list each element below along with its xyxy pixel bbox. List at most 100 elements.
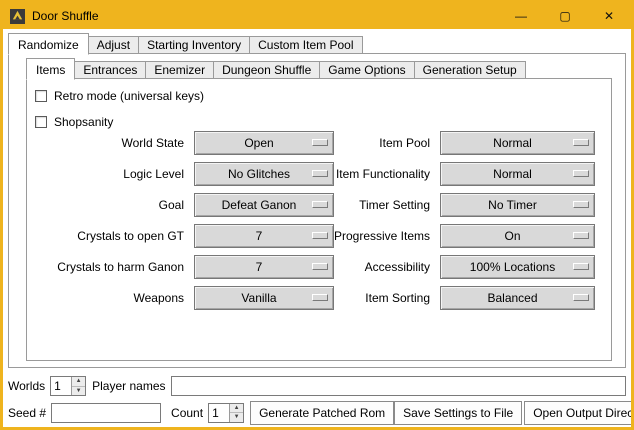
dropdown-indicator-icon (312, 232, 328, 239)
tab-enemizer[interactable]: Enemizer (145, 61, 214, 79)
dropdown-indicator-icon (573, 232, 589, 239)
retro-mode-check-row[interactable]: Retro mode (universal keys) (35, 87, 204, 105)
weapons-label: Weapons (36, 291, 194, 305)
crystals-gt-label: Crystals to open GT (36, 229, 194, 243)
right-field-column: Item Pool Normal Item Functionality Norm… (329, 131, 595, 317)
item-pool-dropdown[interactable]: Normal (440, 131, 595, 155)
item-functionality-row: Item Functionality Normal (329, 162, 595, 186)
seed-row: Seed # Count ▲ ▼ Generate Patched Rom Sa… (3, 400, 631, 425)
logic-level-dropdown[interactable]: No Glitches (194, 162, 334, 186)
timer-setting-dropdown[interactable]: No Timer (440, 193, 595, 217)
logic-level-label: Logic Level (36, 167, 194, 181)
dropdown-value: 7 (256, 229, 273, 243)
dropdown-indicator-icon (312, 201, 328, 208)
tab-starting-inventory[interactable]: Starting Inventory (138, 36, 250, 54)
sub-tab-bar: Items Entrances Enemizer Dungeon Shuffle… (26, 58, 525, 79)
tab-custom-item-pool[interactable]: Custom Item Pool (249, 36, 362, 54)
left-field-column: World State Open Logic Level No Glitches… (36, 131, 334, 317)
dropdown-value: Vanilla (241, 291, 286, 305)
worlds-input[interactable] (51, 377, 71, 395)
dropdown-value: No Timer (488, 198, 547, 212)
tab-game-options[interactable]: Game Options (319, 61, 414, 79)
dropdown-indicator-icon (573, 263, 589, 270)
item-functionality-dropdown[interactable]: Normal (440, 162, 595, 186)
generate-patched-rom-button[interactable]: Generate Patched Rom (250, 401, 394, 425)
crystals-gt-dropdown[interactable]: 7 (194, 224, 334, 248)
progressive-items-dropdown[interactable]: On (440, 224, 595, 248)
goal-label: Goal (36, 198, 194, 212)
player-names-input[interactable] (171, 376, 627, 396)
dropdown-value: Normal (493, 136, 542, 150)
checkbox-icon[interactable] (35, 90, 47, 102)
window-controls: — ▢ ✕ (499, 3, 631, 29)
dropdown-indicator-icon (573, 201, 589, 208)
main-tab-bar: Randomize Adjust Starting Inventory Cust… (8, 33, 362, 54)
dropdown-indicator-icon (573, 294, 589, 301)
item-sorting-label: Item Sorting (329, 291, 440, 305)
client-area: Randomize Adjust Starting Inventory Cust… (3, 29, 631, 427)
weapons-dropdown[interactable]: Vanilla (194, 286, 334, 310)
tab-randomize[interactable]: Randomize (8, 33, 89, 55)
dropdown-value: 7 (256, 260, 273, 274)
dropdown-indicator-icon (312, 263, 328, 270)
progressive-items-row: Progressive Items On (329, 224, 595, 248)
tab-items[interactable]: Items (26, 58, 75, 80)
player-names-label: Player names (92, 379, 165, 393)
spin-down-icon[interactable]: ▼ (230, 413, 243, 422)
checkbox-icon[interactable] (35, 116, 47, 128)
timer-setting-label: Timer Setting (329, 198, 440, 212)
spin-up-icon[interactable]: ▲ (72, 377, 85, 387)
crystals-gt-row: Crystals to open GT 7 (36, 224, 334, 248)
app-icon (10, 9, 25, 24)
dropdown-value: Open (244, 136, 283, 150)
close-icon[interactable]: ✕ (587, 3, 631, 29)
spin-down-icon[interactable]: ▼ (72, 387, 85, 396)
item-pool-row: Item Pool Normal (329, 131, 595, 155)
maximize-icon[interactable]: ▢ (543, 3, 587, 29)
dropdown-value: 100% Locations (470, 260, 565, 274)
crystals-ganon-label: Crystals to harm Ganon (36, 260, 194, 274)
item-pool-label: Item Pool (329, 136, 440, 150)
minimize-icon[interactable]: — (499, 3, 543, 29)
world-state-label: World State (36, 136, 194, 150)
dropdown-value: No Glitches (228, 167, 300, 181)
app-window: Door Shuffle — ▢ ✕ Randomize Adjust Star… (0, 0, 634, 430)
tab-generation-setup[interactable]: Generation Setup (414, 61, 526, 79)
worlds-row: Worlds ▲ ▼ Player names (3, 375, 631, 397)
shopsanity-label: Shopsanity (54, 115, 113, 129)
spin-arrows: ▲ ▼ (229, 404, 243, 422)
item-sorting-dropdown[interactable]: Balanced (440, 286, 595, 310)
world-state-dropdown[interactable]: Open (194, 131, 334, 155)
save-settings-button[interactable]: Save Settings to File (394, 401, 522, 425)
seed-input[interactable] (51, 403, 161, 423)
dropdown-indicator-icon (312, 170, 328, 177)
dropdown-indicator-icon (312, 294, 328, 301)
dropdown-value: Normal (493, 167, 542, 181)
open-output-directory-button[interactable]: Open Output Directory (524, 401, 631, 425)
progressive-items-label: Progressive Items (329, 229, 440, 243)
logic-level-row: Logic Level No Glitches (36, 162, 334, 186)
title-bar: Door Shuffle — ▢ ✕ (3, 3, 631, 29)
spin-arrows: ▲ ▼ (71, 377, 85, 395)
accessibility-row: Accessibility 100% Locations (329, 255, 595, 279)
tab-dungeon-shuffle[interactable]: Dungeon Shuffle (213, 61, 320, 79)
dropdown-indicator-icon (573, 170, 589, 177)
dropdown-value: Balanced (487, 291, 547, 305)
goal-dropdown[interactable]: Defeat Ganon (194, 193, 334, 217)
crystals-ganon-dropdown[interactable]: 7 (194, 255, 334, 279)
timer-setting-row: Timer Setting No Timer (329, 193, 595, 217)
accessibility-dropdown[interactable]: 100% Locations (440, 255, 595, 279)
count-spinbox[interactable]: ▲ ▼ (208, 403, 244, 423)
dropdown-indicator-icon (312, 139, 328, 146)
tab-entrances[interactable]: Entrances (74, 61, 146, 79)
dropdown-value: Defeat Ganon (222, 198, 307, 212)
worlds-spinbox[interactable]: ▲ ▼ (50, 376, 86, 396)
worlds-label: Worlds (8, 379, 45, 393)
shopsanity-check-row[interactable]: Shopsanity (35, 113, 113, 131)
count-label: Count (171, 406, 203, 420)
spin-up-icon[interactable]: ▲ (230, 404, 243, 414)
count-input[interactable] (209, 404, 229, 422)
window-title: Door Shuffle (32, 9, 99, 23)
tab-adjust[interactable]: Adjust (88, 36, 139, 54)
seed-label: Seed # (8, 406, 46, 420)
